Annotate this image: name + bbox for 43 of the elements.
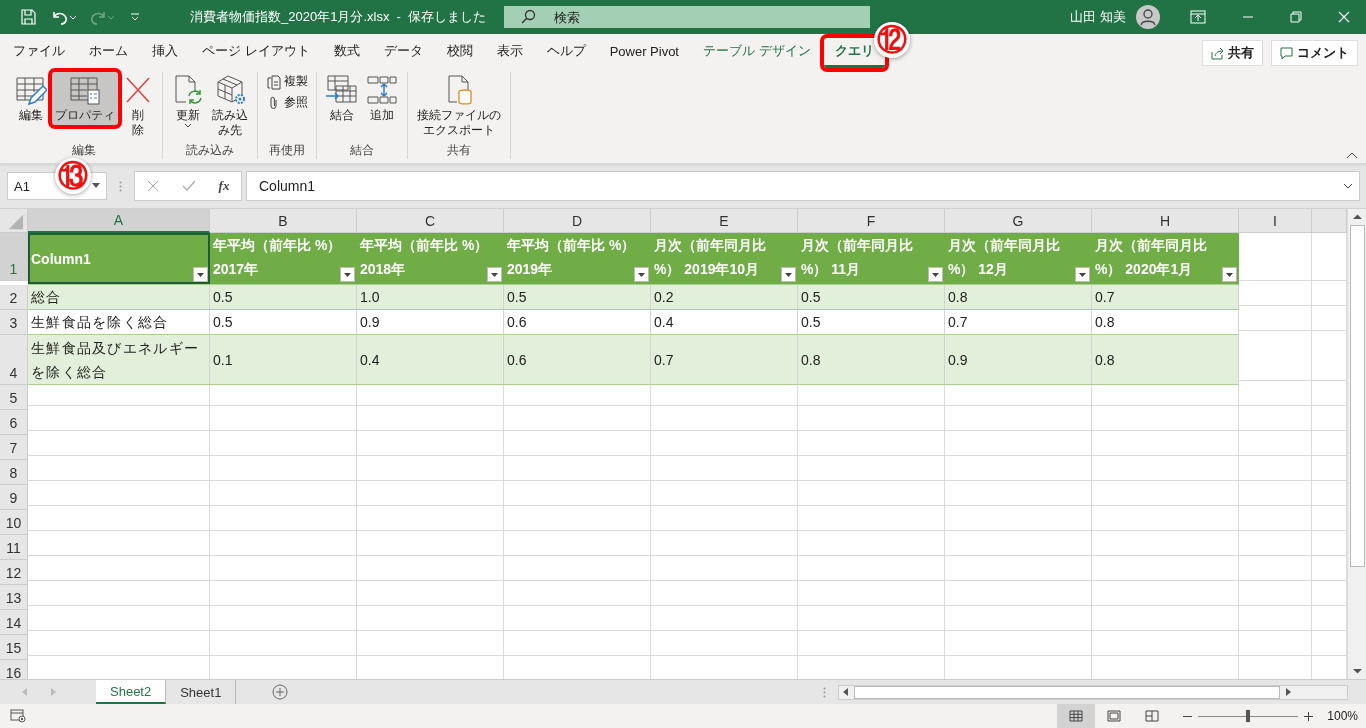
formula-value: Column1 — [259, 178, 316, 194]
table-cell: 0.4 — [651, 310, 798, 335]
table-cell: 0.8 — [1092, 335, 1239, 385]
step-number-tooltip: ⑫ — [874, 22, 910, 58]
table-cell: 0.7 — [651, 335, 798, 385]
table-cell: 0.7 — [945, 310, 1092, 335]
table-cell: 0.5 — [210, 310, 357, 335]
table-cell: 0.6 — [504, 335, 651, 385]
group-label: 結合 — [350, 142, 374, 159]
header-text: 月次（前年同月比 %） 12月 — [948, 236, 1060, 279]
table-cell: 生鮮食品を除く総合 — [28, 310, 210, 335]
header-text: 月次（前年同月比 %） 2020年1月 — [1095, 236, 1207, 279]
table-cell: 0.6 — [504, 310, 651, 335]
table-cell: 0.2 — [651, 285, 798, 310]
table-cell: 0.5 — [504, 285, 651, 310]
group-label: 読み込み — [186, 142, 234, 159]
user-name: 山田 知美 — [1070, 8, 1126, 26]
table-cell: 0.1 — [210, 335, 357, 385]
header-text: Column1 — [31, 250, 91, 269]
table-cell: 0.9 — [945, 335, 1092, 385]
header-text: 年平均（前年比 %） 2019年 — [507, 236, 636, 279]
table-cell: 0.8 — [1092, 310, 1239, 335]
table-cell: 0.5 — [210, 285, 357, 310]
table-cell: 0.8 — [798, 335, 945, 385]
table-cell: 生鮮食品及びエネルギーを除く総合 — [28, 335, 210, 385]
table-cell: 0.5 — [798, 285, 945, 310]
table-cell: 0.7 — [1092, 285, 1239, 310]
step-number-tooltip: ⑬ — [55, 158, 91, 194]
header-text: 年平均（前年比 %） 2018年 — [360, 236, 489, 279]
table-cell: 0.9 — [357, 310, 504, 335]
table-cell: 0.8 — [945, 285, 1092, 310]
name-box-value: A1 — [14, 178, 30, 194]
header-text: 月次（前年同月比 %） 2019年10月 — [654, 236, 766, 279]
group-label: 再使用 — [269, 142, 305, 159]
table-cell: 1.0 — [357, 285, 504, 310]
group-label: 共有 — [447, 142, 471, 159]
table-cell: 0.5 — [798, 310, 945, 335]
window-title: 消費者物価指数_2020年1月分.xlsx - 保存しました — [190, 8, 488, 26]
table-cell: 0.4 — [357, 335, 504, 385]
table-cell: 総合 — [28, 285, 210, 310]
header-text: 年平均（前年比 %） 2017年 — [213, 236, 342, 279]
header-text: 月次（前年同月比 %） 11月 — [801, 236, 913, 279]
group-label: 編集 — [72, 142, 96, 159]
